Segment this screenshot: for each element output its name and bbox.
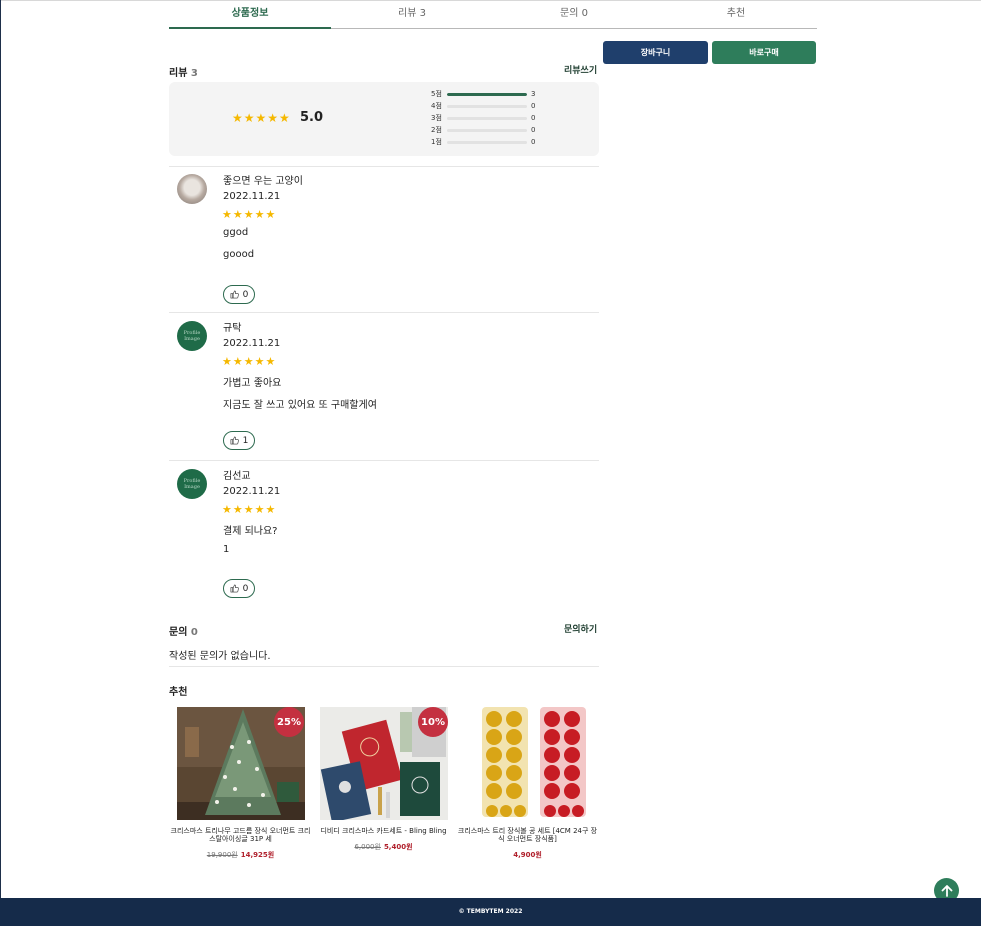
- divider: [169, 666, 599, 667]
- avatar-placeholder-text: Profile Image: [183, 478, 201, 490]
- rating-count: 0: [531, 138, 536, 146]
- product-price: 6,000원 5,400원: [312, 842, 455, 852]
- review-stars: ★★★★★: [222, 355, 277, 368]
- rating-label: 5점: [431, 90, 442, 98]
- rating-row-4: 4점 0: [431, 100, 541, 112]
- rating-row-2: 2점 0: [431, 124, 541, 136]
- tab-inquiries[interactable]: 문의 0: [493, 2, 655, 28]
- buy-now-button[interactable]: 바로구매: [712, 41, 816, 64]
- thumbs-up-icon: [230, 584, 239, 593]
- footer: © TEMBYTEM 2022: [0, 898, 981, 926]
- review-date: 2022.11.21: [223, 486, 281, 497]
- rating-row-1: 1점 0: [431, 136, 541, 148]
- review-title-label: 리뷰: [169, 68, 188, 79]
- rating-label: 4점: [431, 102, 442, 110]
- review-section-title: 리뷰 3: [169, 64, 198, 79]
- recommend-section-title: 추천: [169, 687, 188, 698]
- like-count: 1: [242, 435, 249, 446]
- rating-count: 0: [531, 114, 536, 122]
- left-border: [0, 0, 1, 926]
- review-stars: ★★★★★: [222, 208, 277, 221]
- product-name: 크리스마스 트리 장식볼 공 세트 [4CM 24구 장식 오너먼트 장식품]: [457, 827, 598, 843]
- review-item: Profile Image 규탁 2022.11.21 ★★★★★ 가볍고 좋아…: [169, 313, 599, 460]
- review-text-line: 지금도 잘 쓰고 있어요 또 구매할게여: [223, 400, 377, 411]
- like-count: 0: [242, 583, 249, 594]
- like-button[interactable]: 0: [223, 579, 255, 598]
- rating-count: 0: [531, 126, 536, 134]
- rating-count: 3: [531, 90, 536, 98]
- review-date: 2022.11.21: [223, 338, 281, 349]
- like-count: 0: [242, 289, 249, 300]
- inquiry-section-title: 문의 0: [169, 623, 198, 638]
- product-name: 디비디 크리스마스 카드세트 - Bling Bling: [320, 827, 447, 835]
- like-button[interactable]: 0: [223, 285, 255, 304]
- rating-summary: ★★★★★ 5.0 5점 3 4점 0 3점 0 2점 0 1점 0: [169, 82, 599, 156]
- discount-badge: 10%: [418, 707, 448, 737]
- product-image: [464, 707, 592, 820]
- review-text-line: 가볍고 좋아요: [223, 378, 282, 389]
- rating-bar: [447, 116, 527, 120]
- rating-row-5: 5점 3: [431, 88, 541, 100]
- avatar-placeholder-text: Profile Image: [183, 330, 201, 342]
- average-score: 5.0: [300, 110, 324, 125]
- product-name: 크리스마스 트리나무 고드름 장식 오너먼트 크리스탈아이싱글 31P 세: [170, 827, 311, 843]
- avatar: Profile Image: [177, 469, 207, 499]
- arrow-up-icon: [941, 884, 952, 897]
- reviewer-name: 김선교: [223, 471, 251, 482]
- inquiry-title-label: 문의: [169, 627, 188, 638]
- rating-bar: [447, 140, 527, 144]
- rating-row-3: 3점 0: [431, 112, 541, 124]
- tab-product-info[interactable]: 상품정보: [169, 2, 331, 29]
- write-inquiry-link[interactable]: 문의하기: [564, 622, 597, 635]
- review-item: Profile Image 김선교 2022.11.21 ★★★★★ 결제 되나…: [169, 461, 599, 607]
- rating-bar-fill: [447, 92, 527, 96]
- review-stars: ★★★★★: [222, 503, 277, 516]
- rating-label: 2점: [431, 126, 442, 134]
- review-date: 2022.11.21: [223, 191, 281, 202]
- sale-price: 4,900원: [513, 851, 542, 859]
- original-price: 6,000원: [354, 843, 381, 851]
- tab-recommend[interactable]: 추천: [655, 2, 817, 28]
- tab-reviews[interactable]: 리뷰 3: [331, 2, 493, 28]
- review-item: 좋으면 우는 고양이 2022.11.21 ★★★★★ ggod goood 0: [169, 166, 599, 312]
- review-text-line: goood: [223, 249, 255, 260]
- average-stars: ★★★★★: [232, 111, 291, 125]
- rating-label: 3점: [431, 114, 442, 122]
- avatar: Profile Image: [177, 321, 207, 351]
- product-tabs: 상품정보 리뷰 3 문의 0 추천: [169, 2, 817, 29]
- empty-inquiry-message: 작성된 문의가 없습니다.: [169, 651, 271, 662]
- add-to-cart-button[interactable]: 장바구니: [603, 41, 708, 64]
- discount-badge: 25%: [274, 707, 304, 737]
- review-text-line: 1: [223, 544, 230, 555]
- thumbs-up-icon: [230, 436, 239, 445]
- review-count: 3: [190, 68, 198, 79]
- rating-bar: [447, 104, 527, 108]
- rating-bar: [447, 92, 527, 96]
- avatar: [177, 174, 207, 204]
- product-price: 4,900원: [456, 850, 599, 860]
- rating-label: 1점: [431, 138, 442, 146]
- thumbs-up-icon: [230, 290, 239, 299]
- sale-price: 14,925원: [240, 851, 275, 859]
- sale-price: 5,400원: [383, 843, 413, 851]
- inquiry-count: 0: [190, 627, 198, 638]
- top-border: [0, 0, 981, 1]
- original-price: 19,900원: [206, 851, 238, 859]
- rating-count: 0: [531, 102, 536, 110]
- product-price: 19,900원 14,925원: [169, 850, 312, 860]
- review-text-line: 결제 되나요?: [223, 526, 278, 537]
- like-button[interactable]: 1: [223, 431, 255, 450]
- rating-bar: [447, 128, 527, 132]
- review-text-line: ggod: [223, 227, 249, 238]
- write-review-link[interactable]: 리뷰쓰기: [564, 63, 597, 76]
- reviewer-name: 좋으면 우는 고양이: [223, 176, 303, 187]
- reviewer-name: 규탁: [223, 323, 242, 334]
